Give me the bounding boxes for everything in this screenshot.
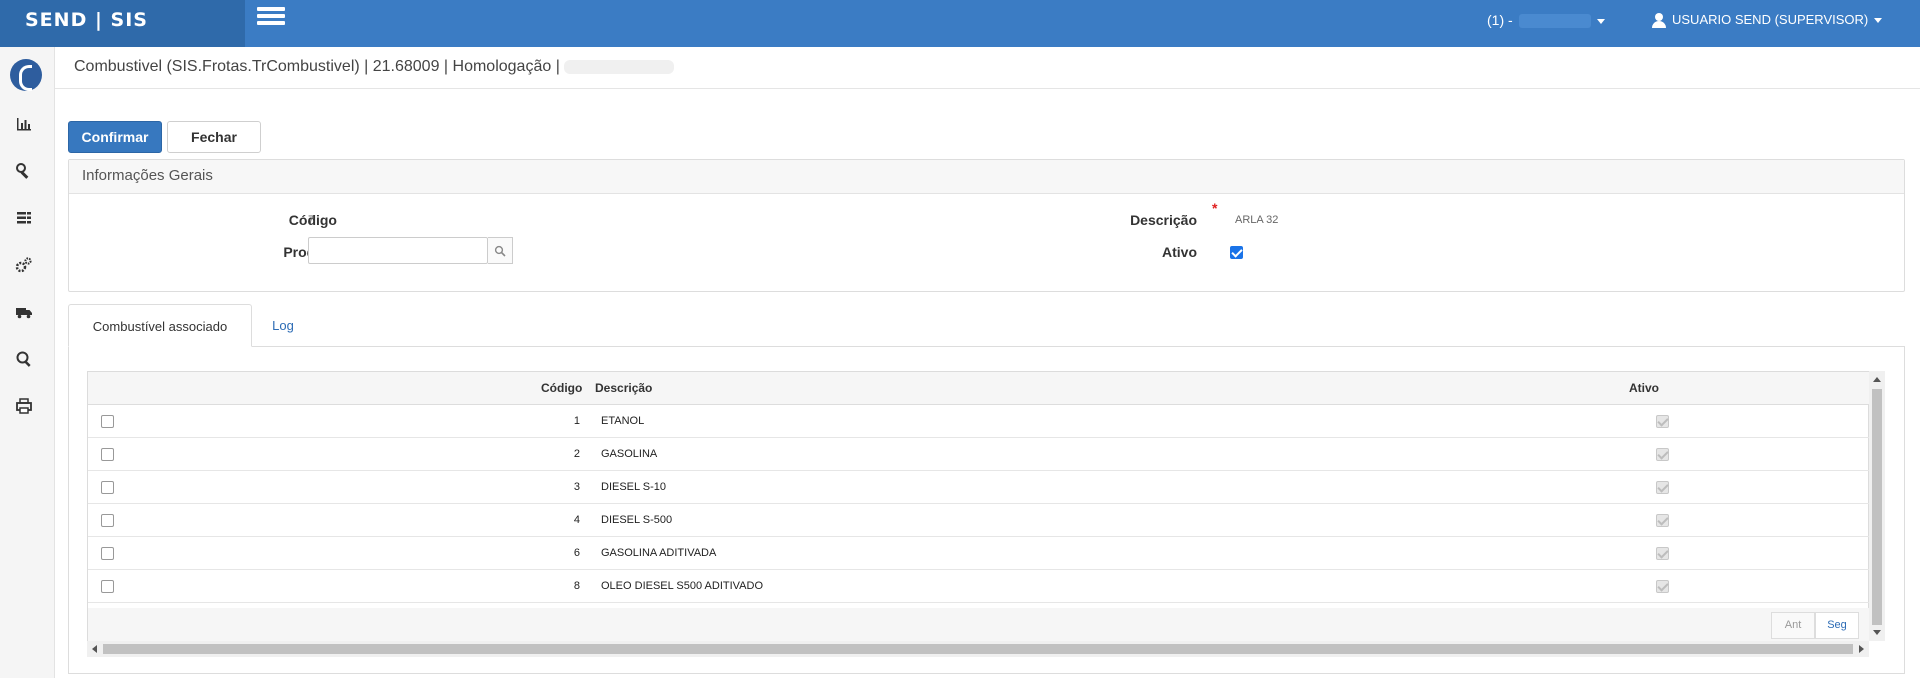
ativo-checkbox[interactable]: [1230, 246, 1243, 259]
tab-log[interactable]: Log: [262, 304, 304, 347]
row-ativo-checkbox: [1656, 415, 1669, 428]
row-codigo: 4: [573, 514, 580, 526]
table-row[interactable]: 1 ETANOL: [88, 405, 1870, 438]
row-codigo: 8: [573, 580, 580, 592]
required-marker: *: [1212, 200, 1218, 216]
previous-page-button[interactable]: Ant: [1771, 612, 1815, 639]
scroll-left-icon[interactable]: [92, 645, 97, 653]
row-ativo-checkbox: [1656, 580, 1669, 593]
top-bar: SEND | SIS (1) - USUARIO SEND (SUPERVISO…: [0, 0, 1920, 47]
title-divider: [55, 88, 1920, 89]
table-row[interactable]: 6 GASOLINA ADITIVADA: [88, 537, 1870, 570]
table-row[interactable]: 8 OLEO DIESEL S500 ADITIVADO: [88, 570, 1870, 603]
company-name-redacted: [1518, 14, 1591, 29]
row-select-checkbox[interactable]: [101, 481, 114, 494]
company-selector[interactable]: (1) -: [1487, 12, 1605, 29]
column-header-codigo[interactable]: Código: [541, 381, 582, 395]
list-icon[interactable]: [15, 209, 37, 231]
user-menu[interactable]: USUARIO SEND (SUPERVISOR): [1652, 12, 1883, 29]
row-descricao: DIESEL S-10: [601, 481, 667, 493]
close-button[interactable]: Fechar: [167, 121, 261, 153]
row-ativo-checkbox: [1656, 514, 1669, 527]
tab-combustivel-associado[interactable]: Combustível associado: [68, 304, 252, 347]
page-title-text: Combustivel (SIS.Frotas.TrCombustivel) |…: [74, 58, 560, 75]
menu-toggle-icon[interactable]: [257, 7, 285, 29]
scroll-down-icon[interactable]: [1873, 630, 1881, 635]
associated-fuel-grid: Código Descrição Ativo 1 ETANOL 2 GASOLI…: [87, 371, 1870, 641]
grid-header: Código Descrição Ativo: [88, 372, 1870, 405]
row-ativo-checkbox: [1656, 448, 1669, 461]
environment-name-redacted: [563, 59, 674, 74]
truck-icon[interactable]: [15, 303, 37, 325]
user-icon: [1652, 13, 1666, 29]
general-info-panel: Informações Gerais Código 7 Produto Desc…: [68, 159, 1905, 292]
row-select-checkbox[interactable]: [101, 415, 114, 428]
horizontal-scroll-thumb[interactable]: [103, 644, 1853, 654]
next-page-button[interactable]: Seg: [1815, 612, 1859, 639]
ativo-label: Ativo: [1162, 244, 1197, 260]
caret-down-icon: [1596, 18, 1605, 24]
descricao-label: Descrição: [1130, 212, 1197, 228]
print-icon[interactable]: [15, 397, 37, 419]
caret-down-icon: [1874, 18, 1883, 24]
produto-search-button[interactable]: [488, 237, 513, 264]
vertical-scroll-thumb[interactable]: [1872, 389, 1882, 625]
wrench-icon[interactable]: [15, 162, 37, 184]
produto-input[interactable]: [308, 237, 488, 264]
row-descricao: ETANOL: [601, 415, 645, 427]
column-header-ativo[interactable]: Ativo: [1629, 381, 1659, 395]
row-select-checkbox[interactable]: [101, 580, 114, 593]
row-codigo: 3: [573, 481, 580, 493]
row-descricao: GASOLINA ADITIVADA: [601, 547, 717, 559]
brand-logo[interactable]: SEND | SIS: [0, 0, 245, 47]
panel-title: Informações Gerais: [69, 160, 1904, 194]
table-row[interactable]: 2 GASOLINA: [88, 438, 1870, 471]
scroll-up-icon[interactable]: [1873, 377, 1881, 382]
table-row[interactable]: 3 DIESEL S-10: [88, 471, 1870, 504]
descricao-value: ARLA 32: [1235, 214, 1279, 226]
scroll-right-icon[interactable]: [1859, 645, 1864, 653]
sidebar: [0, 47, 55, 678]
row-codigo: 1: [573, 415, 580, 427]
row-ativo-checkbox: [1656, 481, 1669, 494]
codigo-value: 7: [308, 214, 315, 226]
row-descricao: GASOLINA: [601, 448, 658, 460]
vertical-scrollbar[interactable]: [1869, 371, 1885, 641]
row-descricao: OLEO DIESEL S500 ADITIVADO: [601, 580, 764, 592]
search-icon: [494, 245, 506, 257]
row-codigo: 6: [573, 547, 580, 559]
chart-icon[interactable]: [15, 115, 37, 137]
row-ativo-checkbox: [1656, 547, 1669, 560]
company-label: (1) -: [1487, 12, 1513, 28]
row-select-checkbox[interactable]: [101, 448, 114, 461]
horizontal-scrollbar[interactable]: [87, 641, 1869, 657]
row-codigo: 2: [573, 448, 580, 460]
app-logo-icon[interactable]: [10, 59, 42, 91]
row-descricao: DIESEL S-500: [601, 514, 673, 526]
settings-icon[interactable]: [15, 256, 37, 278]
row-select-checkbox[interactable]: [101, 514, 114, 527]
column-header-descricao[interactable]: Descrição: [595, 381, 652, 395]
table-row[interactable]: 4 DIESEL S-500: [88, 504, 1870, 537]
search-icon[interactable]: [15, 350, 37, 372]
page-title: Combustivel (SIS.Frotas.TrCombustivel) |…: [74, 58, 674, 76]
grid-pager: Ant Seg: [88, 608, 1870, 641]
user-name: USUARIO SEND (SUPERVISOR): [1672, 12, 1869, 27]
confirm-button[interactable]: Confirmar: [68, 121, 162, 153]
row-select-checkbox[interactable]: [101, 547, 114, 560]
